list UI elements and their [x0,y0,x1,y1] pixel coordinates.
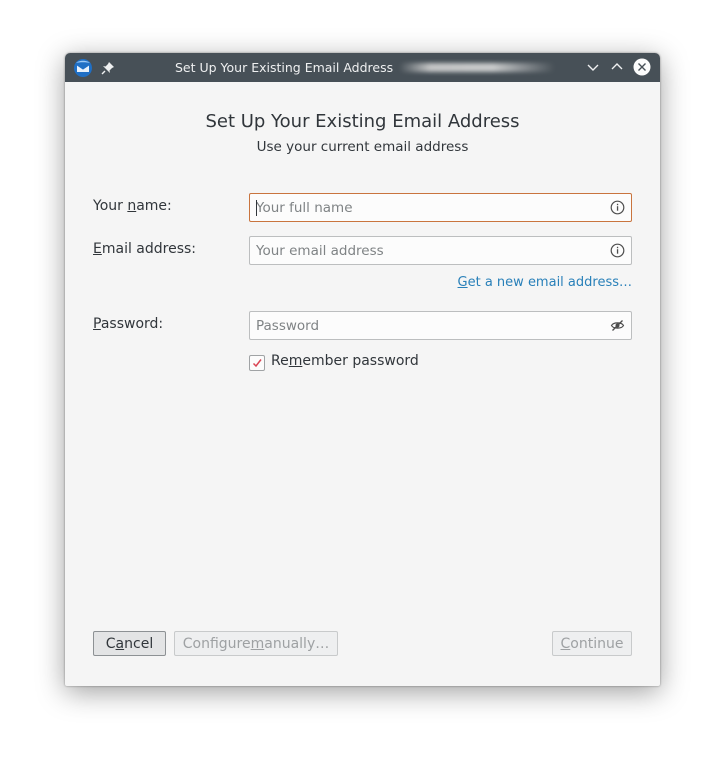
remember-password-checkbox[interactable] [249,355,265,371]
password-field[interactable] [249,311,632,340]
name-input[interactable] [250,194,596,221]
get-new-email-link[interactable]: Get a new email address… [458,275,632,290]
password-label: Password: [93,316,164,332]
email-field[interactable] [249,236,632,265]
chevron-down-icon [587,64,599,71]
minimize-button[interactable] [584,58,602,76]
email-label: Email address: [93,241,197,257]
dialog-heading: Set Up Your Existing Email Address [205,111,520,132]
thunderbird-app-icon[interactable] [73,58,93,78]
continue-button[interactable]: Continue [552,631,632,656]
info-icon[interactable] [610,243,625,258]
remember-password-label[interactable]: Remember password [271,353,419,369]
password-input[interactable] [250,312,596,339]
window-titlebar[interactable]: Set Up Your Existing Email Address [65,53,660,82]
eye-slash-icon[interactable] [610,318,625,333]
name-field[interactable] [249,193,632,222]
close-icon [633,58,651,76]
close-button[interactable] [633,58,651,76]
text-caret [256,200,257,216]
setup-email-dialog: Set Up Your Existing Email Address Set U… [65,53,660,686]
name-label: Your name: [93,198,172,214]
info-icon[interactable] [610,200,625,215]
chevron-up-icon [611,63,623,70]
configure-manually-button[interactable]: Configure m anually… [174,631,338,656]
blurred-title-region [399,63,555,72]
maximize-button[interactable] [608,58,626,76]
window-title-text: Set Up Your Existing Email Address [175,60,394,75]
email-input[interactable] [250,237,596,264]
dialog-subheading: Use your current email address [256,139,469,155]
window-title: Set Up Your Existing Email Address [175,53,555,82]
cancel-button[interactable]: Ca ncel [93,631,166,656]
pin-icon[interactable] [101,60,115,75]
checkmark-icon [252,359,262,368]
